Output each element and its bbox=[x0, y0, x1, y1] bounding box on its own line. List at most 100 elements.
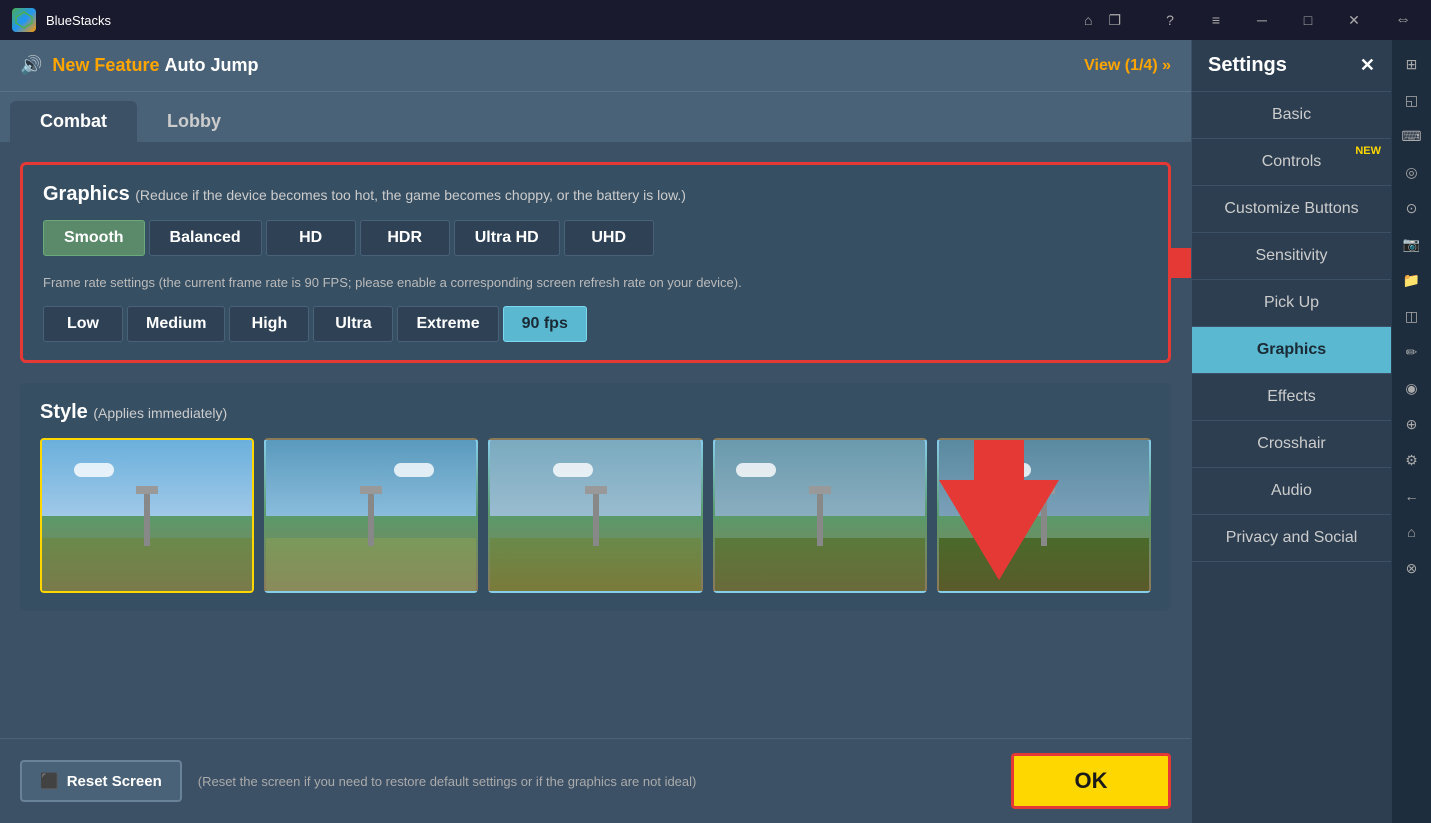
sidebar-item-audio[interactable]: Audio bbox=[1192, 468, 1391, 515]
rail-icon-11[interactable]: ⊕ bbox=[1396, 408, 1428, 440]
sidebar-item-graphics[interactable]: Graphics bbox=[1192, 327, 1391, 374]
titlebar-nav-icons: ⌂ ❐ bbox=[1084, 12, 1121, 29]
quality-smooth[interactable]: Smooth bbox=[43, 220, 145, 256]
rail-icon-14[interactable]: ⌂ bbox=[1396, 516, 1428, 548]
rail-icon-7[interactable]: 📁 bbox=[1396, 264, 1428, 296]
rail-icon-3[interactable]: ⌨ bbox=[1396, 120, 1428, 152]
style-thumb-1[interactable] bbox=[40, 438, 254, 593]
close-button[interactable]: ✕ bbox=[1331, 0, 1377, 40]
fps-buttons-group: Low Medium High Ultra Extreme 90 fps bbox=[43, 306, 1148, 342]
content-area: 🔊 New Feature Auto Jump View (1/4) » Com… bbox=[0, 40, 1191, 823]
style-title: Style (Applies immediately) bbox=[40, 401, 1151, 424]
quality-hd[interactable]: HD bbox=[266, 220, 356, 256]
rail-icon-5[interactable]: ⊙ bbox=[1396, 192, 1428, 224]
help-button[interactable]: ? bbox=[1147, 0, 1193, 40]
sidebar-close-button[interactable]: ✕ bbox=[1360, 55, 1375, 76]
style-thumb-5[interactable] bbox=[937, 438, 1151, 593]
rail-icon-13[interactable]: ← bbox=[1396, 480, 1428, 512]
minimize-button[interactable]: ─ bbox=[1239, 0, 1285, 40]
expand-icon[interactable]: ⇔ bbox=[1387, 11, 1419, 29]
rail-icon-1[interactable]: ⊞ bbox=[1396, 48, 1428, 80]
rail-icon-2[interactable]: ◱ bbox=[1396, 84, 1428, 116]
privacy-social-label: Privacy and Social bbox=[1226, 529, 1358, 546]
menu-button[interactable]: ≡ bbox=[1193, 0, 1239, 40]
titlebar: BlueStacks ⌂ ❐ ? ≡ ─ □ ✕ ⇔ bbox=[0, 0, 1431, 40]
sidebar-item-sensitivity[interactable]: Sensitivity bbox=[1192, 233, 1391, 280]
tower-5 bbox=[1041, 486, 1047, 546]
ground-1 bbox=[42, 538, 252, 591]
sidebar-item-basic[interactable]: Basic bbox=[1192, 92, 1391, 139]
sidebar-item-controls[interactable]: Controls NEW bbox=[1192, 139, 1391, 186]
home-icon[interactable]: ⌂ bbox=[1084, 12, 1092, 28]
fps-medium[interactable]: Medium bbox=[127, 306, 225, 342]
feature-banner-left: 🔊 New Feature Auto Jump bbox=[20, 55, 258, 76]
customize-buttons-label: Customize Buttons bbox=[1224, 200, 1358, 217]
quality-uhd[interactable]: UHD bbox=[564, 220, 654, 256]
style-thumb-3[interactable] bbox=[488, 438, 702, 593]
ground-2 bbox=[266, 538, 476, 591]
feature-text: New Feature Auto Jump bbox=[52, 55, 258, 76]
crosshair-label: Crosshair bbox=[1257, 435, 1325, 452]
style-label: Style bbox=[40, 401, 93, 423]
fps-ultra[interactable]: Ultra bbox=[313, 306, 393, 342]
reset-hint-text: (Reset the screen if you need to restore… bbox=[198, 774, 995, 789]
graphics-hint: (Reduce if the device becomes too hot, t… bbox=[135, 187, 686, 203]
maximize-button[interactable]: □ bbox=[1285, 0, 1331, 40]
main-content: Graphics (Reduce if the device becomes t… bbox=[0, 142, 1191, 738]
fps-high[interactable]: High bbox=[229, 306, 309, 342]
tower-1 bbox=[144, 486, 150, 546]
cloud-5 bbox=[991, 463, 1031, 477]
quality-buttons-group: Smooth Balanced HD HDR Ultra HD UHD bbox=[43, 220, 1148, 256]
titlebar-controls: ? ≡ ─ □ ✕ bbox=[1147, 0, 1377, 40]
rail-icon-4[interactable]: ◎ bbox=[1396, 156, 1428, 188]
rail-icon-10[interactable]: ◉ bbox=[1396, 372, 1428, 404]
rail-icon-8[interactable]: ◫ bbox=[1396, 300, 1428, 332]
sidebar-item-crosshair[interactable]: Crosshair bbox=[1192, 421, 1391, 468]
app-name: BlueStacks bbox=[46, 13, 111, 28]
sidebar-item-pick-up[interactable]: Pick Up bbox=[1192, 280, 1391, 327]
fps-low[interactable]: Low bbox=[43, 306, 123, 342]
ground-4 bbox=[715, 538, 925, 591]
reset-screen-button[interactable]: ⬛ Reset Screen bbox=[20, 760, 182, 802]
sidebar-item-customize-buttons[interactable]: Customize Buttons bbox=[1192, 186, 1391, 233]
icon-rail: ⊞ ◱ ⌨ ◎ ⊙ 📷 📁 ◫ ✏ ◉ ⊕ ⚙ ← ⌂ ⊗ bbox=[1391, 40, 1431, 823]
quality-balanced[interactable]: Balanced bbox=[149, 220, 262, 256]
sidebar-item-privacy-social[interactable]: Privacy and Social bbox=[1192, 515, 1391, 562]
ground-5 bbox=[939, 538, 1149, 591]
rail-icon-6[interactable]: 📷 bbox=[1396, 228, 1428, 260]
pick-up-label: Pick Up bbox=[1264, 294, 1319, 311]
right-arrow-annotation bbox=[1168, 203, 1191, 323]
graphics-label: Graphics bbox=[43, 183, 135, 205]
style-thumbnails bbox=[40, 438, 1151, 593]
view-link[interactable]: View (1/4) » bbox=[1084, 57, 1171, 75]
sidebar-header: Settings ✕ bbox=[1192, 40, 1391, 92]
rail-icon-15[interactable]: ⊗ bbox=[1396, 552, 1428, 584]
tower-3 bbox=[593, 486, 599, 546]
quality-hdr[interactable]: HDR bbox=[360, 220, 450, 256]
main-layout: 🔊 New Feature Auto Jump View (1/4) » Com… bbox=[0, 40, 1431, 823]
rail-icon-12[interactable]: ⚙ bbox=[1396, 444, 1428, 476]
cloud-4 bbox=[736, 463, 776, 477]
tab-combat[interactable]: Combat bbox=[10, 101, 137, 142]
style-section: Style (Applies immediately) bbox=[20, 383, 1171, 611]
ground-3 bbox=[490, 538, 700, 591]
graphics-nav-label: Graphics bbox=[1257, 341, 1326, 358]
sensitivity-label: Sensitivity bbox=[1255, 247, 1327, 264]
style-thumb-2[interactable] bbox=[264, 438, 478, 593]
style-thumb-4[interactable] bbox=[713, 438, 927, 593]
tab-lobby[interactable]: Lobby bbox=[137, 101, 251, 142]
new-badge: NEW bbox=[1355, 145, 1381, 157]
app-logo bbox=[12, 8, 36, 32]
sidebar-title: Settings bbox=[1208, 54, 1287, 77]
graphics-section: Graphics (Reduce if the device becomes t… bbox=[20, 162, 1171, 363]
feature-banner: 🔊 New Feature Auto Jump View (1/4) » bbox=[0, 40, 1191, 92]
tower-4 bbox=[817, 486, 823, 546]
fps-extreme[interactable]: Extreme bbox=[397, 306, 498, 342]
ok-button[interactable]: OK bbox=[1011, 753, 1171, 809]
rail-icon-9[interactable]: ✏ bbox=[1396, 336, 1428, 368]
fps-90[interactable]: 90 fps bbox=[503, 306, 587, 342]
copy-icon[interactable]: ❐ bbox=[1108, 12, 1121, 29]
speaker-icon: 🔊 bbox=[20, 55, 42, 76]
sidebar-item-effects[interactable]: Effects bbox=[1192, 374, 1391, 421]
quality-ultrahd[interactable]: Ultra HD bbox=[454, 220, 560, 256]
